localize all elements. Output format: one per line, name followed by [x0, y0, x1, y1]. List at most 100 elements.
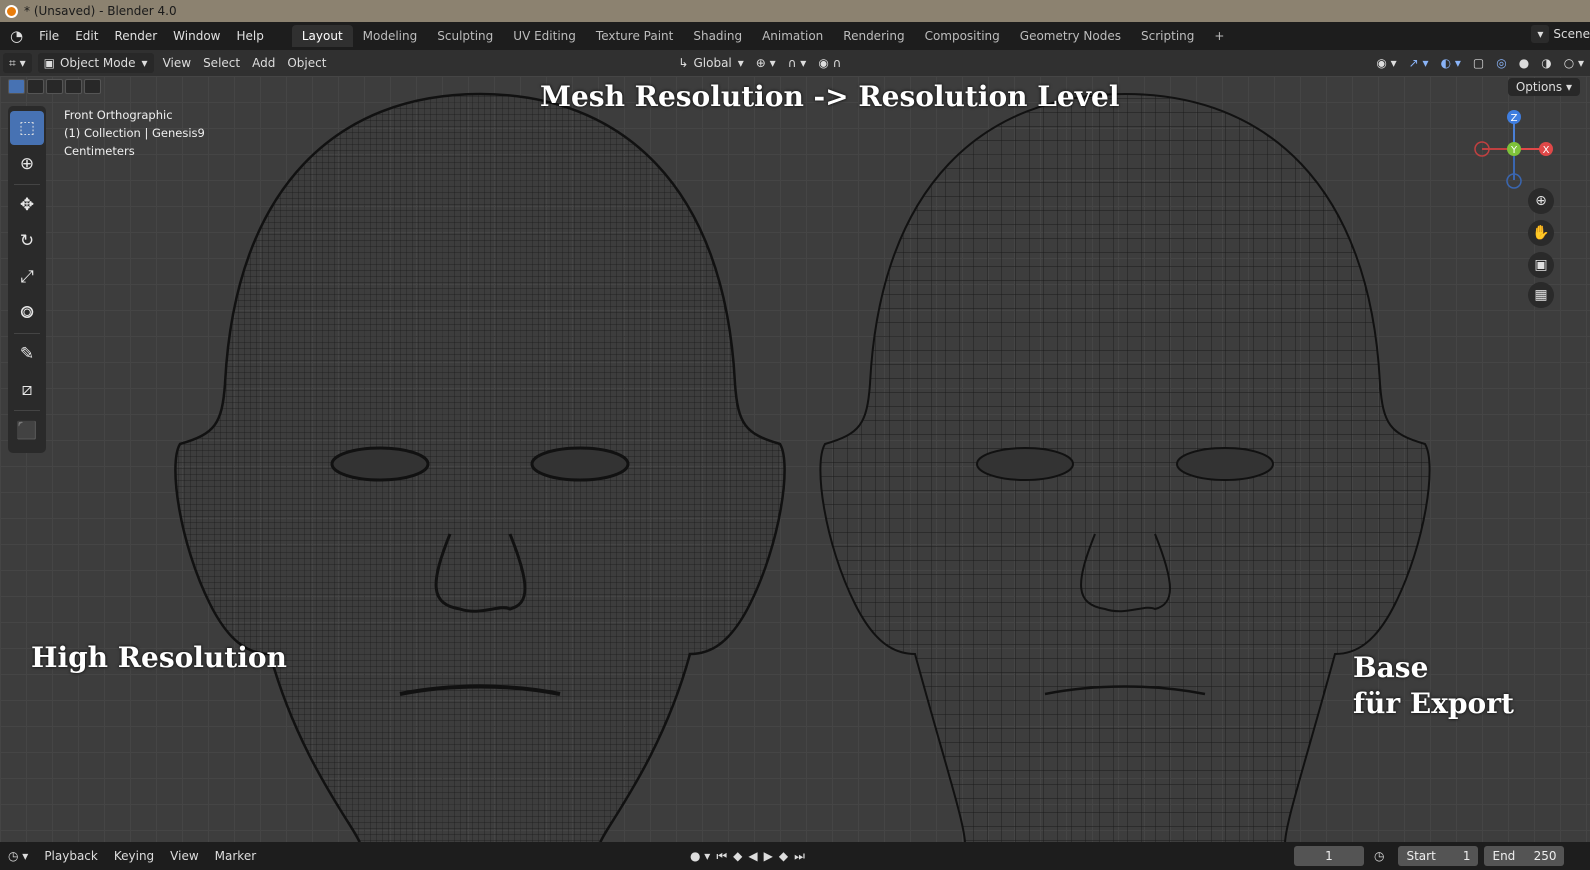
shading-rendered-icon[interactable]: ○ ▾: [1558, 53, 1590, 73]
navigation-gizmo[interactable]: Z Y X: [1470, 108, 1560, 198]
tool-divider: [14, 184, 40, 185]
visibility-icon[interactable]: ◉ ▾: [1370, 53, 1402, 73]
gizmo-toggle-icon[interactable]: ↗ ▾: [1403, 53, 1435, 73]
start-frame-field[interactable]: Start 1: [1398, 846, 1479, 866]
select-mode-subtract[interactable]: [46, 79, 63, 94]
timeline-menu-playback[interactable]: Playback: [36, 849, 106, 863]
options-dropdown[interactable]: Options ▾: [1507, 78, 1580, 96]
mode-label: Object Mode: [59, 56, 136, 70]
select-mode-invert[interactable]: [65, 79, 82, 94]
add-cube-icon[interactable]: ⬛: [10, 414, 44, 448]
end-frame-field[interactable]: End 250: [1484, 846, 1565, 866]
orientation-icon: ↳: [678, 56, 689, 70]
tool-divider: [14, 333, 40, 334]
record-icon[interactable]: ● ▾: [690, 849, 710, 863]
zoom-icon[interactable]: ⊕: [1528, 188, 1554, 214]
tool-shelf: ⬚ ⊕ ✥ ↻ ⤢ ⭗ ✎ ⧄ ⬛: [8, 106, 46, 453]
menu-file[interactable]: File: [31, 29, 67, 43]
select-mode-intersect[interactable]: [84, 79, 101, 94]
prev-keyframe-icon[interactable]: ◆: [733, 849, 742, 863]
tab-uv-editing[interactable]: UV Editing: [503, 25, 586, 47]
overlay-toggle-icon[interactable]: ◐ ▾: [1435, 53, 1467, 73]
grid-icon[interactable]: ▦: [1528, 282, 1554, 308]
shading-solid-icon[interactable]: ●: [1513, 53, 1535, 73]
header-menu-object[interactable]: Object: [281, 53, 332, 73]
gizmo-x-label: X: [1543, 145, 1550, 156]
viewport-header: ⌗ ▾ ▣ Object Mode ▾ View Select Add Object…: [0, 50, 1590, 76]
header-menu-select[interactable]: Select: [197, 53, 246, 73]
cursor-icon[interactable]: ⊕: [10, 147, 44, 181]
main-menu: ◔ File Edit Render Window Help: [0, 22, 272, 50]
select-box-icon[interactable]: ⬚: [10, 111, 44, 145]
menu-edit[interactable]: Edit: [67, 29, 106, 43]
transform-icon[interactable]: ⭗: [10, 296, 44, 330]
xray-icon[interactable]: ▢: [1467, 53, 1490, 73]
jump-start-icon[interactable]: ⏮: [716, 849, 727, 864]
timeline-editor-icon[interactable]: ◷ ▾: [0, 849, 36, 863]
proportional-edit-icon[interactable]: ◉ ∩: [812, 53, 847, 73]
add-workspace-button[interactable]: +: [1204, 25, 1234, 47]
move-icon[interactable]: ✥: [10, 188, 44, 222]
camera-icon[interactable]: ▣: [1528, 252, 1554, 278]
playback-controls: ● ▾ ⏮ ◆ ◀ ▶ ◆ ⏭: [690, 842, 805, 870]
header-menu-view[interactable]: View: [157, 53, 197, 73]
snap-icon[interactable]: ∩ ▾: [782, 53, 813, 73]
high-res-head-mesh: [174, 92, 786, 842]
gizmo-z-label: Z: [1511, 113, 1518, 124]
select-mode-extend[interactable]: [27, 79, 44, 94]
scene-selector[interactable]: ▾ Scene: [1531, 25, 1590, 43]
shading-material-icon[interactable]: ◑: [1535, 53, 1557, 73]
start-label: Start: [1406, 849, 1436, 863]
tab-sculpting[interactable]: Sculpting: [427, 25, 503, 47]
timeline-bar: ◷ ▾ Playback Keying View Marker ● ▾ ⏮ ◆ …: [0, 842, 1590, 870]
tab-scripting[interactable]: Scripting: [1131, 25, 1204, 47]
clock-icon[interactable]: ◷: [1366, 849, 1392, 863]
timeline-menu-marker[interactable]: Marker: [207, 849, 264, 863]
editor-type-button[interactable]: ⌗ ▾: [3, 53, 32, 73]
tab-rendering[interactable]: Rendering: [833, 25, 914, 47]
timeline-menu-keying[interactable]: Keying: [106, 849, 162, 863]
shading-wireframe-icon[interactable]: ◎: [1490, 53, 1512, 73]
chevron-down-icon: ▾: [737, 56, 744, 70]
menu-window[interactable]: Window: [165, 29, 228, 43]
tab-compositing[interactable]: Compositing: [915, 25, 1010, 47]
menu-render[interactable]: Render: [106, 29, 165, 43]
scene-icon[interactable]: ▾: [1531, 25, 1550, 43]
rotate-icon[interactable]: ↻: [10, 224, 44, 258]
title-bar: * (Unsaved) - Blender 4.0: [0, 0, 1590, 22]
3d-viewport[interactable]: ⬚ ⊕ ✥ ↻ ⤢ ⭗ ✎ ⧄ ⬛ Front Orthographic (1)…: [0, 76, 1590, 842]
current-frame-field[interactable]: 1: [1294, 846, 1364, 866]
menu-help[interactable]: Help: [229, 29, 272, 43]
tab-shading[interactable]: Shading: [683, 25, 752, 47]
mode-selector[interactable]: ▣ Object Mode ▾: [37, 53, 154, 73]
play-icon[interactable]: ▶: [764, 849, 773, 863]
tab-layout[interactable]: Layout: [291, 25, 353, 47]
timeline-menu-view[interactable]: View: [162, 849, 206, 863]
pivot-icon[interactable]: ⊕ ▾: [750, 53, 782, 73]
tab-geometry-nodes[interactable]: Geometry Nodes: [1010, 25, 1131, 47]
transform-orientation[interactable]: ↳ Global ▾: [672, 53, 749, 73]
annotation-base-export: Base für Export: [1353, 650, 1514, 722]
measure-icon[interactable]: ⧄: [10, 373, 44, 407]
chevron-down-icon: ▾: [141, 56, 148, 70]
annotate-icon[interactable]: ✎: [10, 337, 44, 371]
right-eye: [530, 446, 630, 482]
options-label: Options: [1515, 80, 1563, 94]
blender-logo-icon[interactable]: ◔: [0, 27, 31, 45]
jump-end-icon[interactable]: ⏭: [794, 849, 805, 864]
header-menu-add[interactable]: Add: [246, 53, 281, 73]
scale-icon[interactable]: ⤢: [10, 260, 44, 294]
head-wireframe: [175, 94, 785, 842]
blender-app-icon: [5, 4, 18, 18]
mode-icon: ▣: [43, 56, 55, 70]
hand-icon[interactable]: ✋: [1528, 220, 1554, 246]
left-eye: [330, 446, 430, 482]
start-value: 1: [1462, 849, 1471, 863]
tab-modeling[interactable]: Modeling: [353, 25, 428, 47]
tab-animation[interactable]: Animation: [752, 25, 833, 47]
next-keyframe-icon[interactable]: ◆: [779, 849, 788, 863]
base-wireframe: [820, 94, 1430, 842]
select-mode-new[interactable]: [8, 79, 25, 94]
tab-texture-paint[interactable]: Texture Paint: [586, 25, 683, 47]
play-reverse-icon[interactable]: ◀: [748, 849, 757, 863]
